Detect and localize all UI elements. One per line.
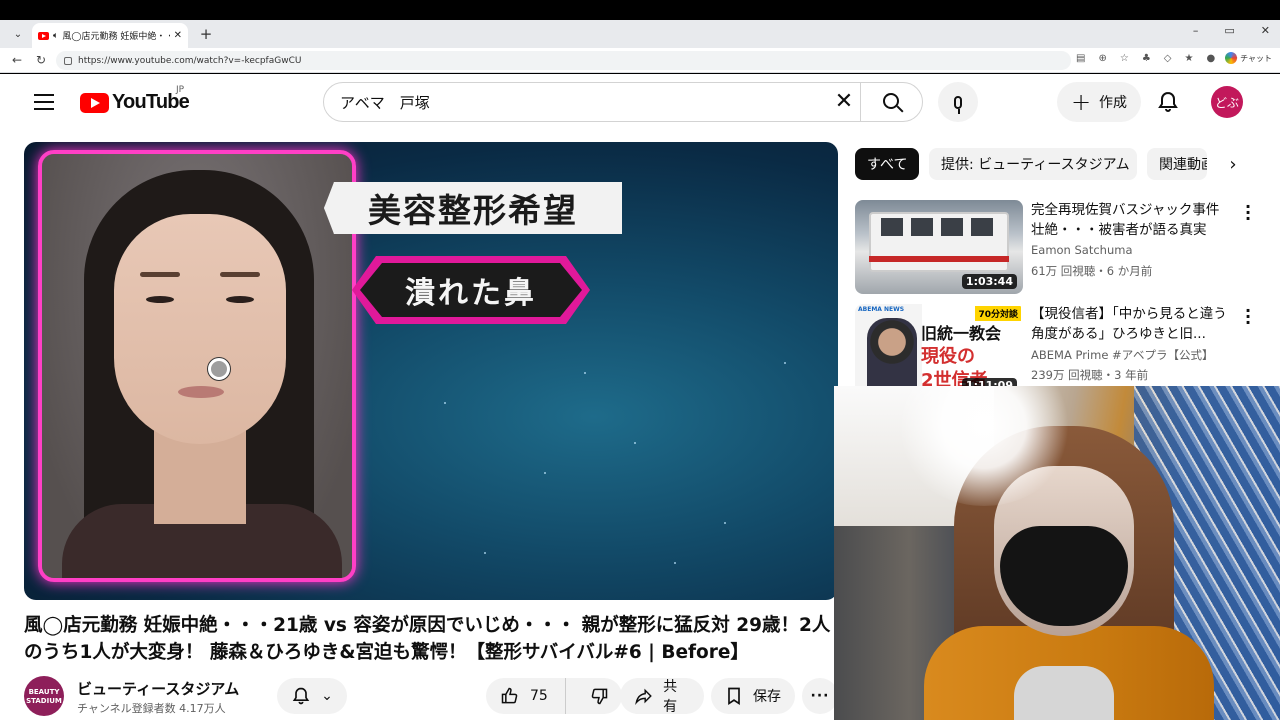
like-button[interactable]: 75 bbox=[486, 678, 567, 714]
thumb-text-1: 旧統一教会 bbox=[921, 324, 1002, 343]
related-filter-chips: すべて 提供: ビューティースタジアム 関連動画 › bbox=[855, 148, 1280, 182]
microphone-icon bbox=[954, 95, 962, 114]
portrait-frame bbox=[38, 150, 356, 582]
youtube-favicon-icon bbox=[38, 31, 49, 40]
search-icon bbox=[882, 92, 899, 109]
like-count: 75 bbox=[530, 688, 548, 704]
recommendation-meta: 239万 回視聴・3 年前 bbox=[1031, 368, 1149, 382]
recommendation-title[interactable]: 完全再現佐賀バスジャック事件 壮絶・・・被害者が語る真実 bbox=[1031, 200, 1231, 240]
share-button[interactable]: 共有 bbox=[620, 678, 704, 715]
more-vertical-icon[interactable]: · · · bbox=[1241, 199, 1255, 227]
bookmark-icon bbox=[728, 687, 740, 706]
channel-name[interactable]: ビューティースタジアム bbox=[77, 678, 239, 699]
subscriber-count: チャンネル登録者数 4.17万人 bbox=[77, 702, 226, 715]
video-title: 風◯店元勤務 妊娠中絶・・・21歳 vs 容姿が原因でいじめ・・・ 親が整形に猛… bbox=[24, 615, 831, 663]
country-code: JP bbox=[176, 85, 185, 95]
search-input[interactable] bbox=[324, 83, 859, 121]
speaker-icon[interactable]: 🔈︎ bbox=[53, 31, 58, 41]
url-text: https://www.youtube.com/watch?v=-kecpfaG… bbox=[78, 55, 302, 66]
favorites-icon[interactable]: ★ bbox=[1184, 53, 1193, 64]
thumb-news-logo: ABEMA NEWS bbox=[858, 306, 905, 313]
tab-title: 風◯店元勤務 妊娠中絶・・・21歳 bbox=[62, 32, 169, 42]
channel-row: BEAUTY STADIUM ビューティースタジアム チャンネル登録者数 4.1… bbox=[24, 674, 838, 720]
tab-list-button[interactable]: ⌄ bbox=[8, 24, 28, 44]
reload-icon[interactable]: ↻ bbox=[32, 51, 50, 69]
maximize-button[interactable]: ▭ bbox=[1224, 24, 1234, 37]
dislike-button[interactable] bbox=[576, 678, 622, 714]
more-vertical-icon[interactable]: · · · bbox=[1241, 303, 1255, 331]
youtube-logo[interactable]: YouTube JP bbox=[80, 85, 190, 114]
thumb-tag: 70分対談 bbox=[975, 306, 1021, 321]
copilot-button[interactable]: チャット bbox=[1225, 52, 1272, 64]
chevron-right-icon[interactable]: › bbox=[1221, 152, 1245, 176]
copilot-icon bbox=[1225, 52, 1238, 64]
site-info-icon[interactable] bbox=[64, 56, 72, 65]
masthead: YouTube JP ✕ + 作成 どぶ bbox=[0, 74, 1280, 130]
notifications-bell-icon[interactable] bbox=[1156, 90, 1180, 114]
chip-all[interactable]: すべて bbox=[855, 148, 919, 180]
thumbs-up-icon bbox=[501, 687, 518, 704]
thumbs-down-icon bbox=[591, 688, 608, 705]
recommendation-item[interactable]: 1:03:44 完全再現佐賀バスジャック事件 壮絶・・・被害者が語る真実 Eam… bbox=[855, 199, 1280, 296]
search-box: ✕ bbox=[323, 82, 923, 122]
youtube-play-icon bbox=[80, 92, 109, 113]
window-controls: – ▭ ✕ bbox=[1193, 24, 1270, 37]
close-window-button[interactable]: ✕ bbox=[1261, 24, 1270, 37]
thumb-text-2: 現役の bbox=[921, 346, 975, 367]
chevron-down-icon: ⌄ bbox=[321, 688, 333, 704]
favorite-star-icon[interactable]: ☆ bbox=[1120, 53, 1129, 64]
more-actions-button[interactable]: ··· bbox=[802, 678, 838, 714]
recommendation-channel[interactable]: ABEMA Prime #アベプラ【公式】 bbox=[1031, 347, 1213, 363]
tab-strip: ⌄ 🔈︎ 風◯店元勤務 妊娠中絶・・・21歳 ✕ + – ▭ ✕ bbox=[0, 20, 1280, 48]
new-tab-button[interactable]: + bbox=[196, 24, 216, 44]
recommendation-thumbnail[interactable]: 1:03:44 bbox=[855, 200, 1023, 294]
mouse-cursor-icon bbox=[208, 358, 230, 380]
chip-related[interactable]: 関連動画 bbox=[1147, 148, 1207, 180]
copilot-label: チャット bbox=[1240, 53, 1272, 63]
reader-view-icon[interactable]: ▤ bbox=[1076, 53, 1085, 64]
recommendation-channel[interactable]: Eamon Satchuma bbox=[1031, 243, 1133, 257]
caption-banner-main: 美容整形希望 bbox=[324, 182, 622, 234]
channel-avatar[interactable]: BEAUTY STADIUM bbox=[24, 676, 64, 716]
toolbar-icons: ▤ ⊕ ☆ ♣ ◇ ★ ● ⋯ bbox=[1076, 53, 1238, 64]
url-field[interactable]: https://www.youtube.com/watch?v=-kecpfaG… bbox=[56, 51, 1071, 70]
video-player[interactable]: 美容整形希望 潰れた鼻 bbox=[24, 142, 838, 600]
webcam-overlay bbox=[834, 386, 1280, 720]
back-arrow-icon[interactable]: ← bbox=[8, 51, 26, 69]
save-button[interactable]: 保存 bbox=[711, 678, 795, 714]
create-label: 作成 bbox=[1099, 95, 1128, 111]
clear-search-icon[interactable]: ✕ bbox=[832, 91, 856, 115]
chip-from-channel[interactable]: 提供: ビューティースタジアム bbox=[929, 148, 1137, 180]
like-dislike-group: 75 bbox=[486, 678, 622, 714]
share-arrow-icon bbox=[635, 688, 652, 705]
caption-banner-sub: 潰れた鼻 bbox=[360, 263, 582, 317]
bell-icon bbox=[292, 687, 310, 705]
create-button[interactable]: + 作成 bbox=[1057, 82, 1141, 122]
video-duration: 1:03:44 bbox=[961, 274, 1017, 289]
search-button[interactable] bbox=[860, 83, 923, 121]
recommendation-meta: 61万 回視聴・6 か月前 bbox=[1031, 264, 1153, 278]
hamburger-menu-icon[interactable] bbox=[34, 94, 54, 110]
zoom-icon[interactable]: ⊕ bbox=[1098, 53, 1106, 64]
screen-top-bar bbox=[0, 0, 1280, 20]
address-bar-row: ← ↻ https://www.youtube.com/watch?v=-kec… bbox=[0, 48, 1280, 73]
recommendation-title[interactable]: 【現役信者】「中から見ると違う角度がある」ひろゆきと旧... bbox=[1031, 304, 1231, 344]
share-label: 共有 bbox=[663, 679, 678, 715]
more-horizontal-icon: ··· bbox=[810, 688, 830, 704]
browser-tab-active[interactable]: 🔈︎ 風◯店元勤務 妊娠中絶・・・21歳 ✕ bbox=[32, 23, 188, 48]
refresh-extension-icon[interactable]: ◇ bbox=[1164, 53, 1172, 64]
profile-icon[interactable]: ● bbox=[1206, 53, 1215, 64]
recommendation-thumbnail[interactable]: ABEMA NEWS 70分対談 旧統一教会 現役の 2世信者 1:11:09 bbox=[855, 304, 1023, 398]
extension-icon[interactable]: ♣ bbox=[1142, 53, 1151, 64]
plus-icon: + bbox=[1070, 88, 1092, 116]
tab-close-icon[interactable]: ✕ bbox=[174, 30, 182, 41]
subscribed-notification-button[interactable]: ⌄ bbox=[277, 678, 347, 714]
minimize-button[interactable]: – bbox=[1193, 24, 1199, 37]
voice-search-button[interactable] bbox=[938, 82, 978, 122]
account-avatar[interactable]: どぶ bbox=[1211, 86, 1243, 118]
save-label: 保存 bbox=[753, 689, 781, 705]
